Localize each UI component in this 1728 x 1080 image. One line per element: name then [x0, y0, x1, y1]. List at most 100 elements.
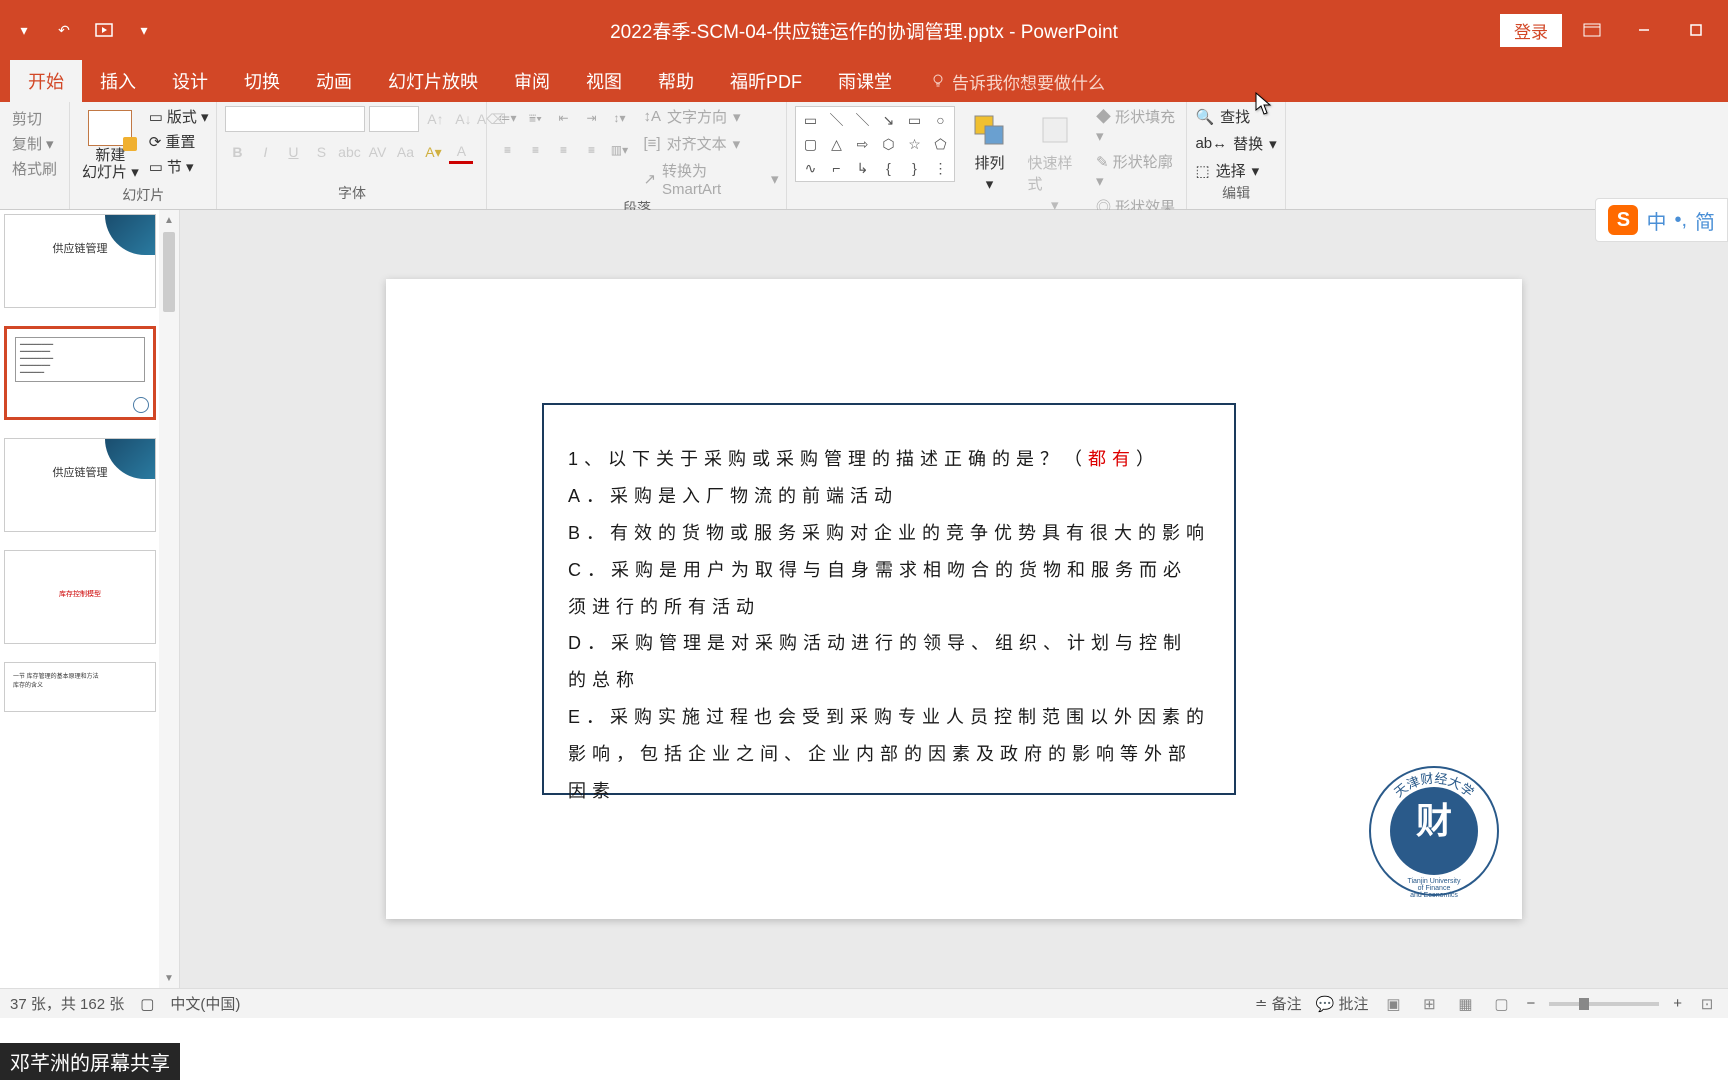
zoom-out-button[interactable]: −: [1526, 995, 1535, 1012]
slideshow-view-icon[interactable]: ▢: [1490, 995, 1512, 1013]
ime-indicator[interactable]: S 中 •, 简: [1595, 198, 1728, 242]
tab-insert[interactable]: 插入: [82, 60, 154, 102]
layout-button[interactable]: ▭ 版式 ▾: [149, 106, 209, 127]
shape-textbox-icon[interactable]: ▭: [798, 109, 822, 131]
text-direction-button[interactable]: ↕A 文字方向 ▾: [643, 106, 778, 127]
spacing-button[interactable]: AV: [365, 140, 389, 164]
format-painter-button[interactable]: 格式刷: [12, 158, 57, 179]
underline-button[interactable]: U: [281, 140, 305, 164]
fit-window-icon[interactable]: ⊡: [1696, 995, 1718, 1013]
tab-help[interactable]: 帮助: [640, 60, 712, 102]
save-icon[interactable]: ▾: [10, 16, 38, 44]
shape-oval-icon[interactable]: ○: [928, 109, 952, 131]
replace-button[interactable]: ab↔ 替换 ▾: [1195, 133, 1276, 154]
indent-inc-icon[interactable]: ⇥: [579, 106, 603, 130]
thumbnail-4[interactable]: 库存控制模型: [4, 550, 156, 644]
shape-brace2-icon[interactable]: }: [902, 157, 926, 179]
zoom-slider[interactable]: [1549, 1002, 1659, 1006]
shapes-gallery[interactable]: ▭ ＼ ＼ ↘ ▭ ○ ▢ △ ⇨ ⬡ ☆ ⬠ ∿ ⌐ ↳ { } ⋮: [795, 106, 955, 182]
cut-button[interactable]: 剪切: [12, 108, 57, 129]
line-spacing-icon[interactable]: ↕▾: [607, 106, 631, 130]
scroll-thumb[interactable]: [163, 232, 175, 312]
align-text-button[interactable]: [≡] 对齐文本 ▾: [643, 133, 778, 154]
thumbnail-3[interactable]: 供应链管理: [4, 438, 156, 532]
login-button[interactable]: 登录: [1500, 14, 1562, 47]
shape-fill-button[interactable]: ◆ 形状填充 ▾: [1096, 106, 1179, 145]
tab-review[interactable]: 审阅: [496, 60, 568, 102]
slide-counter[interactable]: 37 张，共 162 张: [10, 993, 124, 1014]
section-button[interactable]: ▭ 节 ▾: [149, 156, 209, 177]
align-right-icon[interactable]: ≡: [551, 138, 575, 162]
shape-tri-icon[interactable]: △: [824, 133, 848, 155]
quick-styles-button[interactable]: 快速样式▾: [1023, 106, 1085, 218]
sorter-view-icon[interactable]: ⊞: [1418, 995, 1440, 1013]
thumbnail-5[interactable]: 一节 库存管理的基本原理和方法库存的含义: [4, 662, 156, 712]
shape-brace-icon[interactable]: {: [876, 157, 900, 179]
scroll-up-icon[interactable]: ▲: [164, 210, 174, 230]
tab-design[interactable]: 设计: [154, 60, 226, 102]
maximize-icon[interactable]: [1674, 15, 1718, 45]
qat-more-icon[interactable]: ▾: [130, 16, 158, 44]
shape-hex-icon[interactable]: ⬡: [876, 133, 900, 155]
tab-home[interactable]: 开始: [10, 60, 82, 102]
copy-button[interactable]: 复制 ▾: [12, 133, 57, 154]
tell-me-search[interactable]: 告诉我你想要做什么: [930, 69, 1105, 94]
startfromstart-icon[interactable]: [90, 16, 118, 44]
arrange-button[interactable]: 排列▾: [965, 106, 1013, 197]
text-box[interactable]: 1、以下关于采购或采购管理的描述正确的是？（都有） A．采购是入厂物流的前端活动…: [542, 403, 1236, 795]
shape-star-icon[interactable]: ☆: [902, 133, 926, 155]
scroll-down-icon[interactable]: ▼: [164, 968, 174, 988]
shape-outline-button[interactable]: ✎ 形状轮廓 ▾: [1096, 151, 1179, 190]
new-slide-button[interactable]: 新建幻灯片 ▾: [78, 106, 143, 185]
comments-button[interactable]: 💬 批注: [1316, 993, 1369, 1014]
font-color-button[interactable]: A: [449, 140, 473, 164]
minimize-icon[interactable]: [1622, 15, 1666, 45]
align-justify-icon[interactable]: ≡: [579, 138, 603, 162]
shape-rarrow-icon[interactable]: ⇨: [850, 133, 874, 155]
font-size-select[interactable]: [369, 106, 419, 132]
decrease-font-icon[interactable]: A↓: [451, 107, 475, 131]
normal-view-icon[interactable]: ▣: [1382, 995, 1404, 1013]
undo-icon[interactable]: ↶: [50, 16, 78, 44]
bullets-icon[interactable]: ≔▾: [495, 106, 519, 130]
numbering-icon[interactable]: ⩸▾: [523, 106, 547, 130]
columns-icon[interactable]: ▥▾: [607, 138, 631, 162]
shape-pent-icon[interactable]: ⬠: [928, 133, 952, 155]
notes-button[interactable]: ≐ 备注: [1255, 993, 1302, 1014]
thumbnail-2[interactable]: ━━━━━━━━━━━━━━━━━━━━━━━━━━━━━━━━━━━━━━━━…: [4, 326, 156, 420]
ribbon-options-icon[interactable]: [1570, 15, 1614, 45]
shape-curve-icon[interactable]: ∿: [798, 157, 822, 179]
increase-font-icon[interactable]: A↑: [423, 107, 447, 131]
smartart-button[interactable]: ↗ 转换为 SmartArt ▾: [643, 160, 778, 198]
italic-button[interactable]: I: [253, 140, 277, 164]
reset-button[interactable]: ⟳ 重置: [149, 131, 209, 152]
shape-more-icon[interactable]: ⋮: [928, 157, 952, 179]
strike-button[interactable]: abc: [337, 140, 361, 164]
select-button[interactable]: ⬚ 选择 ▾: [1195, 160, 1276, 181]
tab-view[interactable]: 视图: [568, 60, 640, 102]
bold-button[interactable]: B: [225, 140, 249, 164]
tab-transitions[interactable]: 切换: [226, 60, 298, 102]
tab-rain[interactable]: 雨课堂: [820, 60, 910, 102]
spell-icon[interactable]: ▢: [140, 995, 154, 1013]
shape-line-icon[interactable]: ＼: [824, 109, 848, 131]
tab-animations[interactable]: 动画: [298, 60, 370, 102]
zoom-in-button[interactable]: +: [1673, 995, 1682, 1012]
shape-arrow-icon[interactable]: ↘: [876, 109, 900, 131]
tab-foxit[interactable]: 福昕PDF: [712, 60, 820, 102]
thumb-scrollbar[interactable]: ▲ ▼: [159, 210, 179, 988]
case-button[interactable]: Aa: [393, 140, 417, 164]
align-center-icon[interactable]: ≡: [523, 138, 547, 162]
align-left-icon[interactable]: ≡: [495, 138, 519, 162]
indent-dec-icon[interactable]: ⇤: [551, 106, 575, 130]
shape-line2-icon[interactable]: ＼: [850, 109, 874, 131]
slide-canvas[interactable]: 1、以下关于采购或采购管理的描述正确的是？（都有） A．采购是入厂物流的前端活动…: [386, 279, 1522, 919]
language-indicator[interactable]: 中文(中国): [170, 993, 240, 1014]
slide-editor[interactable]: 1、以下关于采购或采购管理的描述正确的是？（都有） A．采购是入厂物流的前端活动…: [180, 210, 1728, 988]
reading-view-icon[interactable]: ▦: [1454, 995, 1476, 1013]
thumbnail-1[interactable]: 供应链管理: [4, 214, 156, 308]
shadow-button[interactable]: S: [309, 140, 333, 164]
shape-roundrect-icon[interactable]: ▢: [798, 133, 822, 155]
shape-connector-icon[interactable]: ↳: [850, 157, 874, 179]
tab-slideshow[interactable]: 幻灯片放映: [370, 60, 496, 102]
